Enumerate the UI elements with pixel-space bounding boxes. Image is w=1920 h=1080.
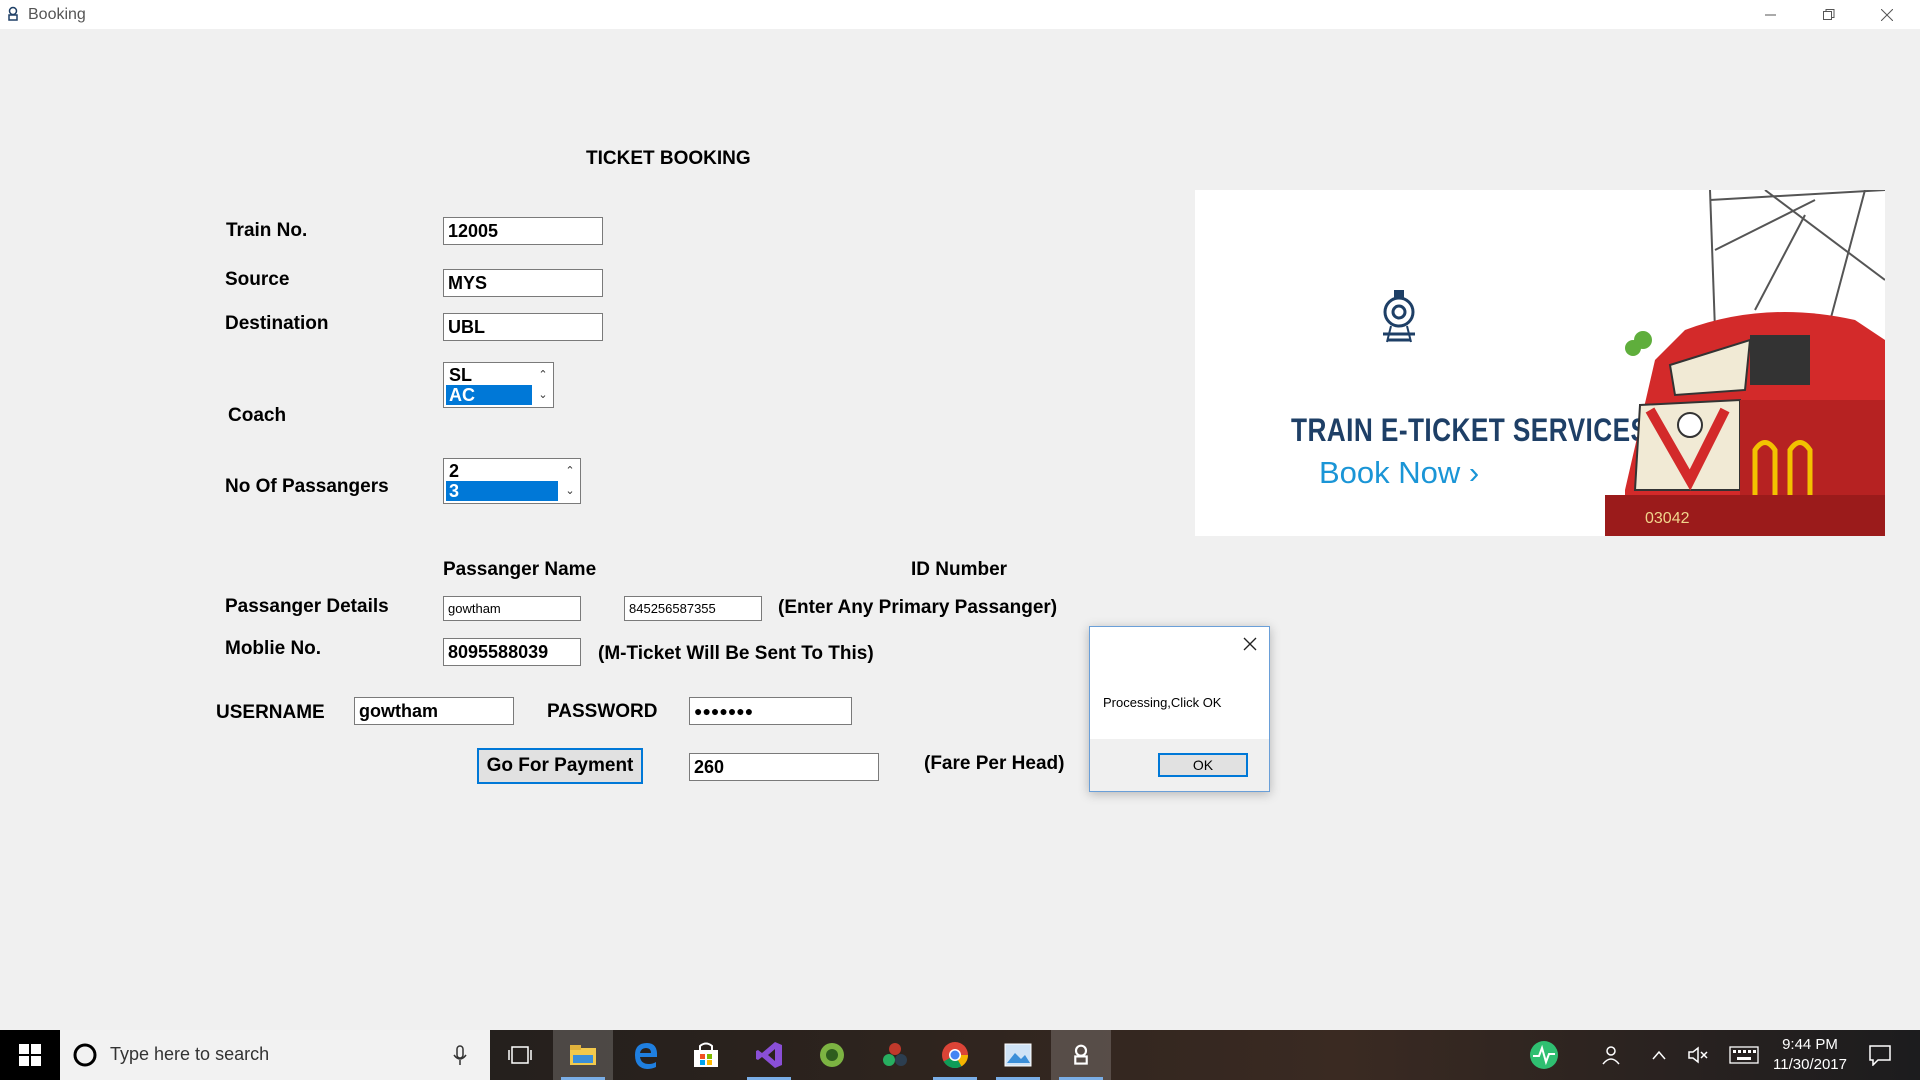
close-icon[interactable]: [1241, 635, 1259, 653]
visual-studio-icon: [756, 1042, 782, 1068]
title-bar: Booking: [0, 0, 1920, 29]
passenger-details-label: Passanger Details: [225, 596, 389, 617]
username-label: USERNAME: [216, 702, 325, 723]
train-no-input[interactable]: 12005: [443, 217, 603, 245]
destination-label: Destination: [225, 313, 329, 334]
username-input[interactable]: gowtham: [354, 697, 514, 725]
android-studio-icon: [820, 1043, 844, 1067]
source-label: Source: [225, 269, 290, 290]
clock-date: 11/30/2017: [1773, 1056, 1847, 1073]
scroll-down-icon[interactable]: ⌄: [563, 481, 577, 499]
mobile-input[interactable]: 8095588039: [443, 638, 581, 666]
password-label: PASSWORD: [547, 701, 658, 722]
ok-button[interactable]: OK: [1158, 753, 1248, 777]
activity-monitor-icon: [1530, 1041, 1558, 1069]
passengers-option[interactable]: 2: [446, 461, 558, 481]
mobile-label: Moblie No.: [225, 638, 322, 659]
message-dialog: Processing,Click OK OK: [1089, 626, 1270, 792]
people-icon: [1602, 1046, 1620, 1065]
visual-studio-button[interactable]: [739, 1030, 799, 1080]
coach-label: Coach: [228, 405, 287, 426]
start-button[interactable]: [0, 1030, 60, 1080]
form-heading: TICKET BOOKING: [586, 148, 751, 169]
train-no-label: Train No.: [226, 220, 308, 241]
app-button[interactable]: [865, 1030, 925, 1080]
volume-muted-icon: [1688, 1046, 1708, 1064]
close-icon: [1881, 8, 1893, 21]
fare-input[interactable]: 260: [689, 753, 879, 781]
taskbar: Type here to search 9:44 PM 11/30/2017: [0, 1030, 1920, 1080]
fare-label: (Fare Per Head): [924, 753, 1065, 774]
close-button[interactable]: [1858, 0, 1916, 29]
e-ticket-banner: TRAIN E-TICKET SERVICES Book Now › 03042: [1195, 190, 1885, 536]
people-button[interactable]: [1593, 1030, 1629, 1080]
search-placeholder: Type here to search: [110, 1044, 270, 1064]
coach-listbox[interactable]: SL AC ⌃ ⌄: [443, 362, 554, 408]
notifications-icon: [1869, 1045, 1891, 1066]
chevron-up-icon: [1652, 1050, 1666, 1060]
passengers-option-selected[interactable]: 3: [446, 481, 558, 501]
id-number-header: ID Number: [911, 559, 1008, 580]
source-input[interactable]: MYS: [443, 269, 603, 297]
coach-option[interactable]: SL: [446, 365, 532, 385]
show-hidden-icons-button[interactable]: [1644, 1030, 1674, 1080]
railway-logo-icon: [1074, 1044, 1088, 1065]
restore-button[interactable]: [1800, 0, 1858, 29]
go-for-payment-button[interactable]: Go For Payment: [477, 748, 643, 784]
chrome-icon: [942, 1042, 969, 1069]
passenger-hint: (Enter Any Primary Passanger): [778, 597, 1058, 618]
app-icon: [8, 6, 18, 21]
railway-logo-icon: [1383, 290, 1415, 343]
cortana-icon: [73, 1043, 97, 1067]
restore-icon: [1823, 8, 1835, 20]
destination-input[interactable]: UBL: [443, 313, 603, 341]
file-explorer-button[interactable]: [553, 1030, 613, 1080]
clock-time: 9:44 PM: [1782, 1036, 1838, 1053]
book-now-link: Book Now ›: [1319, 455, 1480, 490]
microphone-icon[interactable]: [452, 1045, 468, 1067]
password-input[interactable]: ●●●●●●●: [689, 697, 852, 725]
minimize-icon: [1765, 14, 1776, 15]
passenger-name-header: Passanger Name: [443, 559, 597, 580]
dialog-message: Processing,Click OK: [1103, 695, 1222, 710]
window-title: Booking: [28, 6, 86, 23]
color-dots-icon: [883, 1043, 907, 1066]
store-button[interactable]: [676, 1030, 736, 1080]
keyboard-icon: [1729, 1046, 1759, 1064]
locomotive-illustration: 03042: [1605, 190, 1885, 536]
taskbar-clock[interactable]: 9:44 PM 11/30/2017: [1760, 1035, 1860, 1075]
photos-button[interactable]: [988, 1030, 1048, 1080]
task-view-icon: [508, 1046, 532, 1064]
engine-number: 03042: [1645, 510, 1690, 527]
edge-button[interactable]: [616, 1030, 676, 1080]
passenger-name-input[interactable]: gowtham: [443, 596, 581, 621]
taskbar-search[interactable]: Type here to search: [60, 1030, 490, 1080]
minimize-button[interactable]: [1742, 0, 1800, 29]
folder-icon: [570, 1045, 596, 1065]
edge-icon: [635, 1043, 658, 1069]
action-center-button[interactable]: [1862, 1030, 1898, 1080]
scroll-down-icon[interactable]: ⌄: [536, 385, 550, 403]
scroll-up-icon[interactable]: ⌃: [563, 461, 577, 479]
volume-button[interactable]: [1683, 1030, 1713, 1080]
id-number-input[interactable]: 845256587355: [624, 596, 762, 621]
mobile-hint: (M-Ticket Will Be Sent To This): [598, 643, 874, 664]
android-studio-button[interactable]: [802, 1030, 862, 1080]
task-view-button[interactable]: [490, 1030, 550, 1080]
booking-app-button[interactable]: [1051, 1030, 1111, 1080]
touch-keyboard-button[interactable]: [1726, 1030, 1762, 1080]
image-viewer-icon: [1004, 1043, 1032, 1067]
windows-logo-icon: [19, 1044, 41, 1066]
pulse-tray-button[interactable]: [1524, 1030, 1564, 1080]
chrome-button[interactable]: [925, 1030, 985, 1080]
passengers-listbox[interactable]: 2 3 ⌃ ⌄: [443, 458, 581, 504]
store-icon: [694, 1042, 718, 1067]
passengers-label: No Of Passangers: [225, 476, 389, 497]
scroll-up-icon[interactable]: ⌃: [536, 365, 550, 383]
coach-option-selected[interactable]: AC: [446, 385, 532, 405]
